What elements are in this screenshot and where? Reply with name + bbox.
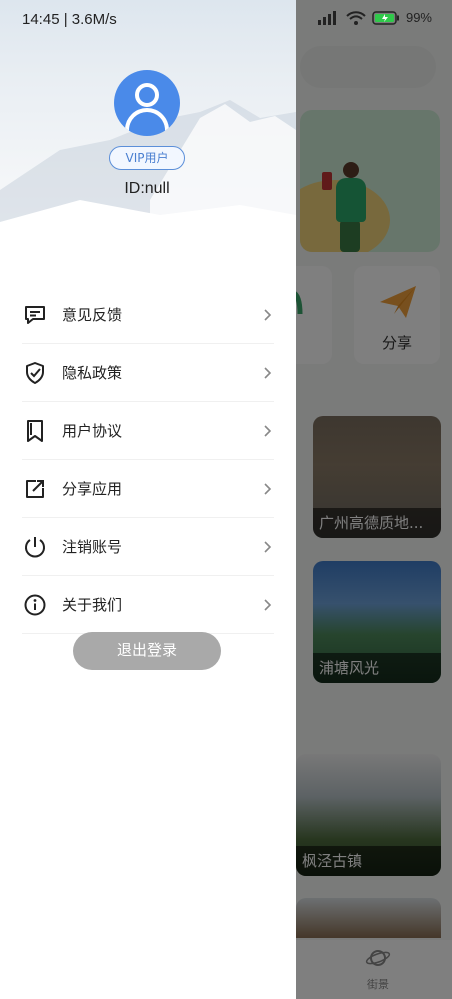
battery-icon: [372, 10, 399, 25]
signal-icon: [317, 10, 336, 25]
menu-item-agreement[interactable]: 用户协议: [22, 402, 274, 460]
menu-item-label: 用户协议: [62, 422, 123, 440]
chevron-right-icon: [264, 424, 272, 437]
logout-button[interactable]: 退出登录: [73, 632, 221, 670]
menu-item-privacy[interactable]: 隐私政策: [22, 344, 274, 402]
bookmark-icon: [22, 418, 48, 444]
menu-item-label: 分享应用: [62, 480, 123, 498]
menu-item-label: 隐私政策: [62, 364, 123, 382]
battery-percent: 99%: [405, 10, 432, 25]
chevron-right-icon: [264, 366, 272, 379]
status-icons: 99%: [317, 10, 432, 25]
menu-item-feedback[interactable]: 意见反馈: [22, 286, 274, 344]
status-bar: 14:45 | 3.6M/s 99%: [0, 0, 452, 40]
menu-item-share-app[interactable]: 分享应用: [22, 460, 274, 518]
info-icon: [22, 592, 48, 618]
menu-item-label: 关于我们: [62, 596, 123, 614]
chevron-right-icon: [264, 598, 272, 611]
vip-badge: VIP用户: [109, 146, 185, 170]
external-link-icon: [22, 476, 48, 502]
chevron-right-icon: [264, 308, 272, 321]
menu-item-label: 注销账号: [62, 538, 123, 556]
chevron-right-icon: [264, 482, 272, 495]
menu-item-about[interactable]: 关于我们: [22, 576, 274, 634]
power-icon: [22, 534, 48, 560]
feedback-icon: [22, 302, 48, 328]
user-id: ID:null: [124, 180, 170, 197]
shield-check-icon: [22, 360, 48, 386]
avatar[interactable]: [114, 70, 180, 136]
wifi-icon: [346, 10, 366, 25]
chevron-right-icon: [264, 540, 272, 553]
status-time: 14:45 | 3.6M/s: [22, 11, 117, 28]
side-drawer: VIP用户 ID:null 意见反馈 隐私政策 用户协议 分享应用 注销账号 关…: [0, 0, 296, 999]
menu-item-cancel-account[interactable]: 注销账号: [22, 518, 274, 576]
menu-item-label: 意见反馈: [62, 306, 123, 324]
